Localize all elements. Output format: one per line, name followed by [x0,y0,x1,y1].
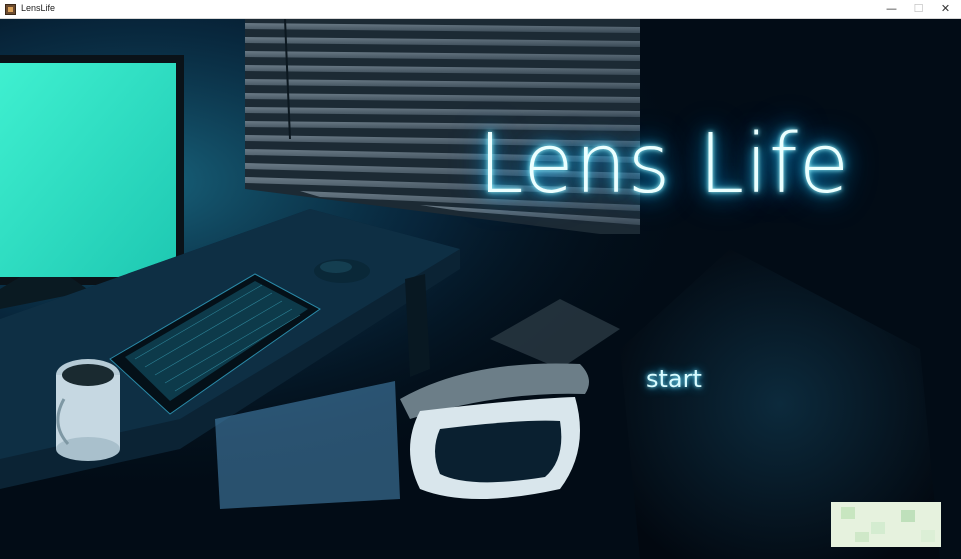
game-window: LensLife — ☐ ✕ Lens Life start [0,0,961,559]
start-button[interactable]: start [646,365,702,393]
window-title: LensLife [21,3,56,13]
minimize-button[interactable]: — [878,0,905,18]
maximize-button[interactable]: ☐ [905,0,932,18]
mug [56,359,120,461]
title-screen: Lens Life start [0,19,961,559]
app-icon [5,4,16,15]
background-illustration [0,19,961,559]
title-bar: LensLife — ☐ ✕ [0,0,961,19]
close-button[interactable]: ✕ [932,0,959,18]
pixelated-overlay [831,502,941,547]
game-title: Lens Life [478,117,851,212]
